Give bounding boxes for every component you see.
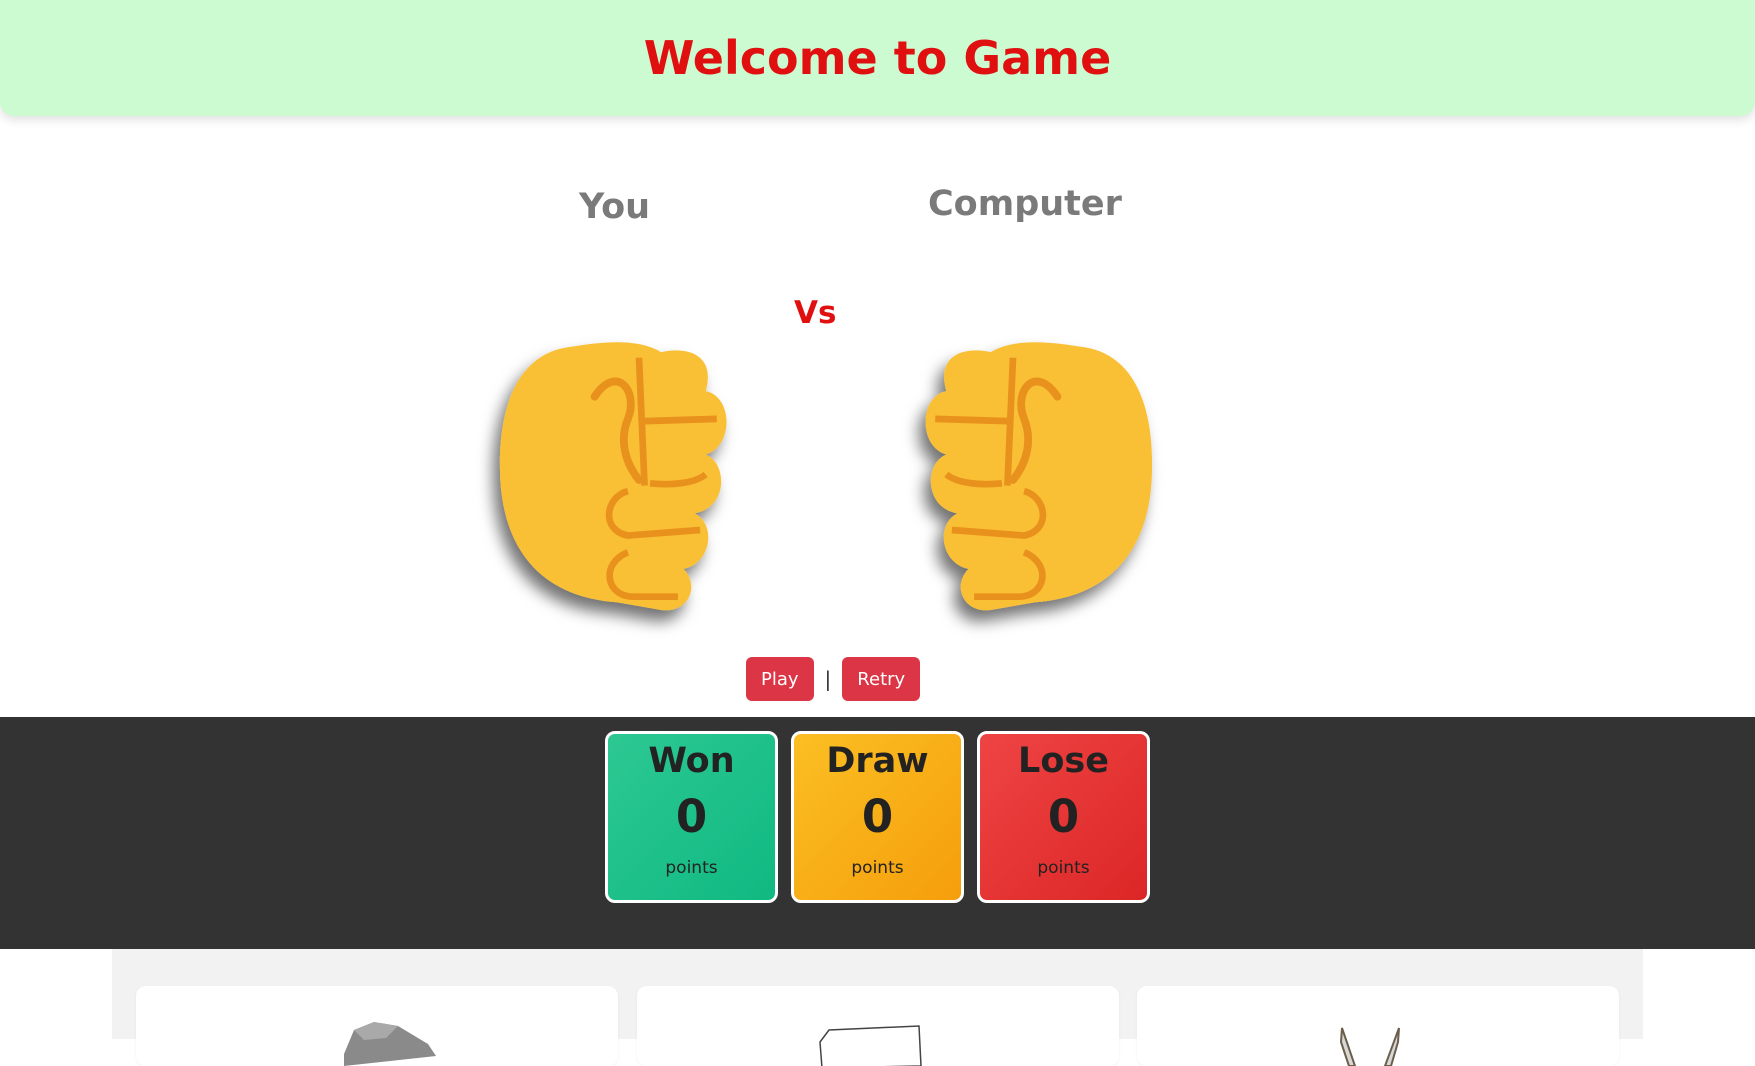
lose-label: Lose [1018, 741, 1109, 781]
page-title: Welcome to Game [643, 31, 1112, 85]
play-button[interactable]: Play [746, 657, 814, 701]
scissors-choice-card[interactable] [1137, 986, 1619, 1066]
button-separator: | [824, 667, 832, 691]
rock-choice-card[interactable] [136, 986, 618, 1066]
computer-fist-icon [868, 330, 1158, 630]
paper-icon [819, 1025, 922, 1066]
draw-score-card: Draw 0 points [791, 731, 964, 903]
won-score-card: Won 0 points [605, 731, 778, 903]
won-value: 0 [675, 790, 708, 843]
lose-score-card: Lose 0 points [977, 731, 1150, 903]
player-label: You [579, 187, 651, 227]
won-unit: points [665, 858, 718, 878]
rock-icon [344, 1022, 436, 1066]
choice-panel [112, 949, 1643, 1066]
player-fist-icon [494, 330, 784, 630]
scissors-icon [1339, 1027, 1400, 1066]
draw-unit: points [851, 858, 904, 878]
lose-value: 0 [1047, 790, 1080, 843]
vs-label: Vs [794, 295, 837, 331]
draw-label: Draw [826, 741, 929, 781]
won-label: Won [648, 741, 735, 781]
lose-unit: points [1037, 858, 1090, 878]
scoreboard: Won 0 points Draw 0 points Lose 0 points [0, 717, 1755, 949]
game-controls: Play | Retry [746, 657, 921, 701]
header-bar: Welcome to Game [0, 0, 1755, 116]
computer-label: Computer [928, 184, 1122, 224]
draw-value: 0 [861, 790, 894, 843]
retry-button[interactable]: Retry [842, 657, 921, 701]
paper-choice-card[interactable] [637, 986, 1119, 1066]
